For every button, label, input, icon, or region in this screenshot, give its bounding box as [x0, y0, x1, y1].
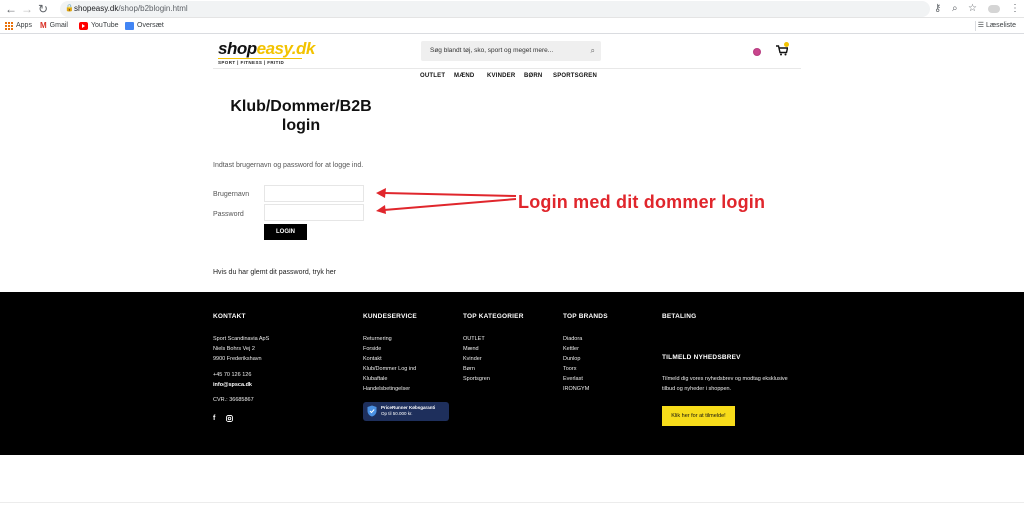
- bookmark-youtube[interactable]: YouTube: [79, 21, 119, 31]
- forgot-password-link[interactable]: Hvis du har glemt dit password, tryk her: [213, 269, 336, 276]
- company-phone[interactable]: +45 70 126 126: [213, 372, 251, 378]
- footer-link[interactable]: Børn: [463, 366, 475, 372]
- gmail-icon: M: [40, 21, 47, 30]
- main-navigation: OUTLET MÆND KVINDER BØRN SPORTSGREN: [213, 71, 801, 83]
- footer-link[interactable]: Forside: [363, 346, 381, 352]
- bookmarks-bar: Apps M Gmail YouTube Oversæt ☰ Læseliste: [0, 18, 1024, 34]
- cart-count-badge: [784, 42, 789, 47]
- flag-icon[interactable]: [753, 48, 761, 56]
- divider: [0, 502, 1024, 503]
- url-path: /shop/b2blogin.html: [118, 4, 188, 13]
- nav-item-outlet[interactable]: OUTLET: [420, 73, 445, 79]
- footer-link[interactable]: Returnering: [363, 336, 392, 342]
- footer-link[interactable]: Kvinder: [463, 356, 482, 362]
- username-label: Brugernavn: [213, 191, 250, 198]
- footer-link[interactable]: Kettler: [563, 346, 579, 352]
- nav-item-maend[interactable]: MÆND: [454, 73, 474, 79]
- company-cvr: CVR.: 36685867: [213, 397, 254, 403]
- footer-link[interactable]: Handelsbetingelser: [363, 386, 410, 392]
- reading-list[interactable]: ☰ Læseliste: [978, 21, 1016, 29]
- footer-kategorier-title: TOP KATEGORIER: [463, 313, 524, 320]
- footer-link[interactable]: Everlast: [563, 376, 583, 382]
- profile-avatar[interactable]: [988, 2, 1000, 16]
- pricerunner-badge[interactable]: PriceRunner Købsgaranti Op til 50.000 kr…: [363, 402, 449, 421]
- bookmark-translate[interactable]: Oversæt: [125, 21, 164, 31]
- divider: [975, 21, 976, 31]
- search-input[interactable]: Søg blandt tøj, sko, sport og meget mere…: [421, 41, 601, 61]
- bookmark-apps[interactable]: Apps: [5, 21, 32, 31]
- footer-link[interactable]: Dunlop: [563, 356, 580, 362]
- company-street: Niels Bohrs Vej 2: [213, 346, 255, 352]
- footer-link[interactable]: OUTLET: [463, 336, 485, 342]
- newsletter-text: tilbud og nyheder i shoppen.: [662, 386, 732, 392]
- annotation-label: Login med dit dommer login: [518, 192, 766, 212]
- shopeasy-logo[interactable]: shopeasy.dk SPORT | FITNESS | FRITID: [218, 40, 315, 68]
- translate-icon: [125, 22, 134, 30]
- site-footer: KONTAKT Sport Scandinavia ApS Niels Bohr…: [0, 292, 1024, 455]
- footer-link[interactable]: Sportsgren: [463, 376, 490, 382]
- password-label: Password: [213, 211, 244, 218]
- reload-icon[interactable]: ↻: [36, 2, 50, 16]
- company-city: 9900 Frederikshavn: [213, 356, 262, 362]
- footer-link[interactable]: Toorx: [563, 366, 576, 372]
- login-button[interactable]: LOGIN: [264, 224, 307, 240]
- address-bar[interactable]: 🔒 shopeasy.dk/shop/b2blogin.html: [60, 1, 930, 17]
- browser-toolbar: ← → ↻ 🔒 shopeasy.dk/shop/b2blogin.html ⚷…: [0, 0, 1024, 18]
- key-icon[interactable]: ⚷: [934, 2, 941, 16]
- username-field[interactable]: [264, 185, 364, 202]
- nav-item-boern[interactable]: BØRN: [524, 73, 542, 79]
- menu-dots-icon[interactable]: ⋮: [1010, 2, 1020, 16]
- apps-grid-icon: [5, 22, 13, 30]
- instagram-icon[interactable]: [226, 415, 233, 424]
- footer-link[interactable]: Mænd: [463, 346, 479, 352]
- facebook-icon[interactable]: f: [213, 415, 215, 422]
- page-title: Klub/Dommer/B2B login: [230, 98, 372, 134]
- footer-brands-title: TOP BRANDS: [563, 313, 608, 320]
- login-intro-text: Indtast brugernavn og password for at lo…: [213, 162, 364, 169]
- forward-arrow-icon[interactable]: →: [20, 2, 34, 16]
- back-arrow-icon[interactable]: ←: [4, 2, 18, 16]
- search-icon[interactable]: ⌕: [591, 41, 595, 61]
- company-name: Sport Scandinavia ApS: [213, 336, 270, 342]
- newsletter-title: TILMELD NYHEDSBREV: [662, 354, 741, 361]
- lock-icon: 🔒: [65, 5, 74, 12]
- divider: [213, 68, 801, 69]
- newsletter-text: Tilmeld dig vores nyhedsbrev og modtag e…: [662, 376, 788, 382]
- company-email[interactable]: info@spsca.dk: [213, 382, 252, 388]
- footer-link[interactable]: Kontakt: [363, 356, 382, 362]
- newsletter-signup-button[interactable]: Klik her for at tilmelde!: [662, 406, 735, 426]
- footer-link[interactable]: IRONGYM: [563, 386, 589, 392]
- footer-link[interactable]: Diadora: [563, 336, 582, 342]
- youtube-icon: [79, 22, 88, 30]
- star-icon[interactable]: ☆: [968, 2, 977, 16]
- url-domain: shopeasy.dk: [74, 4, 119, 13]
- shield-icon: [367, 405, 377, 417]
- nav-item-sportsgren[interactable]: SPORTSGREN: [553, 73, 597, 79]
- password-field[interactable]: [264, 204, 364, 221]
- zoom-icon[interactable]: ⌕: [952, 2, 958, 16]
- nav-item-kvinder[interactable]: KVINDER: [487, 73, 515, 79]
- footer-kontakt-title: KONTAKT: [213, 313, 246, 320]
- footer-betaling-title: BETALING: [662, 313, 697, 320]
- annotation-arrows: [376, 188, 517, 214]
- bookmark-gmail[interactable]: M Gmail: [40, 21, 68, 31]
- footer-kundeservice-title: KUNDESERVICE: [363, 313, 417, 320]
- footer-link[interactable]: Klubaftale: [363, 376, 387, 382]
- footer-link[interactable]: Klub/Dommer Log ind: [363, 366, 416, 372]
